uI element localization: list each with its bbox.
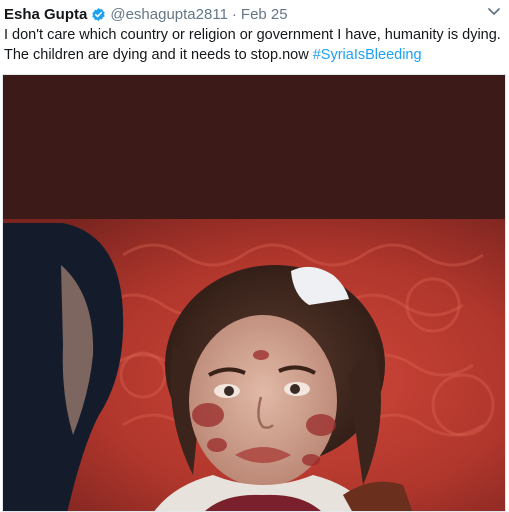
tweet-text-line-2: The children are dying and it needs to s…: [4, 45, 504, 65]
tweet-card: Esha Gupta @eshagupta2811 · Feb 25 I don…: [0, 0, 509, 512]
hashtag-link[interactable]: #SyriaIsBleeding: [313, 47, 422, 63]
photo-illustration: [3, 75, 505, 511]
author-handle[interactable]: @eshagupta2811: [110, 6, 228, 23]
tweet-header: Esha Gupta @eshagupta2811 · Feb 25: [4, 4, 509, 24]
tweet-date[interactable]: Feb 25: [241, 6, 288, 23]
tweet-text-line-1: I don't care which country or religion o…: [4, 27, 501, 43]
tweet-text: I don't care which country or religion o…: [4, 25, 504, 65]
chevron-down-icon[interactable]: [487, 6, 501, 18]
header-separator: ·: [231, 5, 237, 23]
verified-badge-icon: [92, 7, 106, 21]
author-name[interactable]: Esha Gupta: [4, 6, 87, 23]
tweet-media-photo[interactable]: [2, 74, 506, 512]
tweet-text-line-2-body: The children are dying and it needs to s…: [4, 47, 313, 63]
